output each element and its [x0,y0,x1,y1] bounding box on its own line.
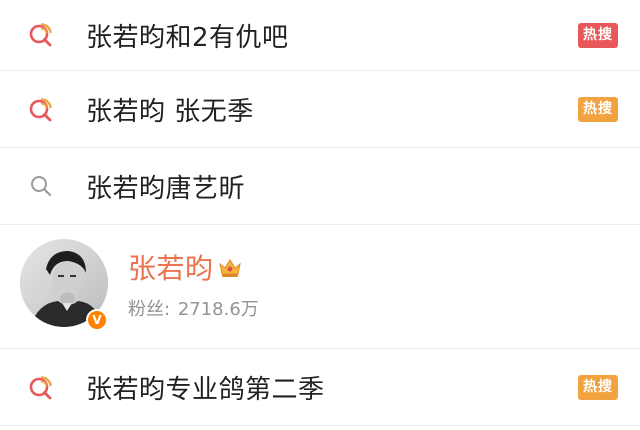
search-icon [31,176,52,197]
suggestion-row[interactable]: 张若昀和2有仇吧 热搜 [0,0,640,71]
user-name[interactable]: 张若昀 [128,247,242,287]
hot-badge: 热搜 [578,96,618,122]
search-suggestions-list: 张若昀和2有仇吧 热搜 张若昀 张无季 热搜 张若昀唐艺昕 V 张若昀 粉丝: … [0,0,640,430]
user-name-text: 张若昀 [128,252,214,285]
suggestion-label: 张若昀专业鸽第二季 [86,374,325,405]
verified-v-icon: V [86,309,108,331]
hot-search-icon [29,23,52,47]
suggestion-row[interactable]: 张若昀专业鸽第二季 热搜 [0,349,640,426]
hot-search-icon [29,98,52,122]
suggestion-row[interactable]: 张若昀 张无季 热搜 [0,71,640,148]
suggestion-label: 张若昀唐艺昕 [86,173,246,204]
followers-count: 粉丝: 2718.6万 [128,295,259,321]
hot-badge: 热搜 [578,374,618,400]
suggestion-label: 张若昀 张无季 [86,96,254,127]
followers-value: 2718.6万 [177,299,259,320]
hot-search-icon [29,376,52,400]
followers-label: 粉丝: [128,299,171,320]
suggestion-label: 张若昀和2有仇吧 [86,22,289,53]
suggestion-row[interactable]: 张若昀唐艺昕 [0,148,640,225]
user-suggestion-row[interactable]: V 张若昀 粉丝: 2718.6万 [0,225,640,349]
hot-badge: 热搜 [578,22,618,48]
crown-icon [218,259,241,277]
